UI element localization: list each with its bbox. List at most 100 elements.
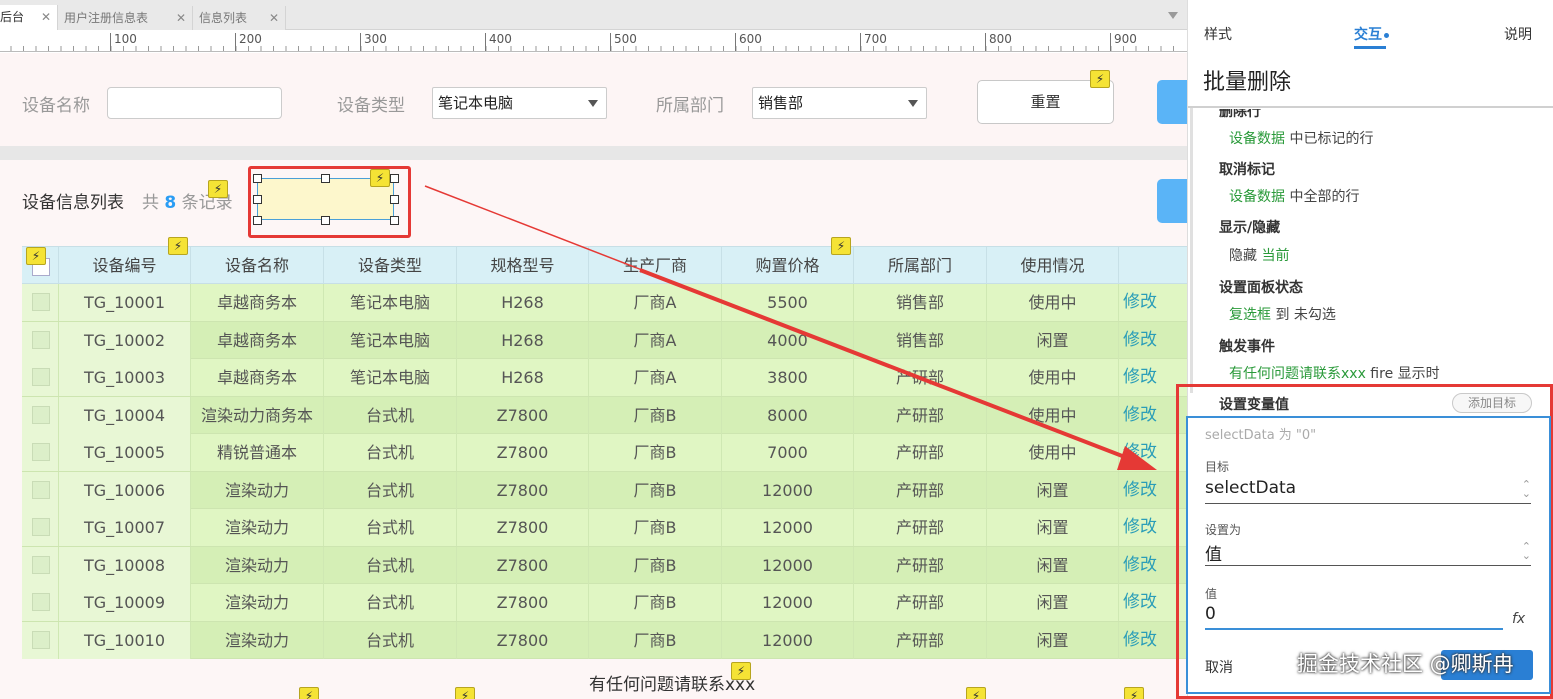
table-row[interactable]: TG_10008 渲染动力 台式机 Z7800 厂商B 12000 产研部 闲置 修改 bbox=[22, 546, 1187, 584]
action-unmark[interactable]: 取消标记 bbox=[1219, 159, 1275, 179]
device-type-select[interactable]: 笔记本电脑 bbox=[432, 87, 607, 119]
row-select-cell[interactable] bbox=[22, 471, 59, 509]
action-text: fire 显示时 bbox=[1365, 366, 1440, 382]
action-fire-event[interactable]: 触发事件 bbox=[1219, 336, 1275, 356]
row-checkbox[interactable] bbox=[32, 480, 50, 499]
row-checkbox[interactable] bbox=[32, 630, 50, 649]
lightning-bolt-icon[interactable]: ⚡ bbox=[208, 180, 228, 198]
panel-scrollbar[interactable] bbox=[1190, 108, 1193, 393]
row-checkbox[interactable] bbox=[32, 593, 50, 611]
add-target-button[interactable]: 添加目标 bbox=[1452, 393, 1532, 413]
table-cell: 销售部 bbox=[854, 321, 987, 359]
tab-overflow-chevron-icon[interactable] bbox=[1168, 12, 1178, 19]
set-to-value: 值 bbox=[1205, 545, 1222, 565]
edit-link[interactable]: 修改 bbox=[1119, 322, 1187, 359]
row-select-cell[interactable] bbox=[22, 546, 59, 584]
row-checkbox[interactable] bbox=[32, 330, 50, 349]
row-select-cell[interactable] bbox=[22, 509, 59, 546]
row-select-cell[interactable] bbox=[22, 321, 59, 359]
target-select[interactable]: selectData ⌃ ⌄ bbox=[1205, 478, 1531, 504]
row-select-cell[interactable] bbox=[22, 396, 59, 434]
action-target[interactable]: 当前 bbox=[1261, 248, 1289, 264]
table-cell: 笔记本电脑 bbox=[324, 284, 457, 321]
value-label: 值 bbox=[1205, 587, 1218, 601]
function-icon[interactable]: fx bbox=[1512, 611, 1525, 627]
table-cell: TG_10010 bbox=[59, 621, 191, 659]
table-row[interactable]: TG_10007 渲染动力 台式机 Z7800 厂商B 12000 产研部 闲置 修改 bbox=[22, 509, 1187, 547]
action-set-panel-state[interactable]: 设置面板状态 bbox=[1219, 277, 1303, 297]
close-icon[interactable]: ✕ bbox=[269, 6, 279, 30]
lightning-bolt-icon[interactable]: ⚡ bbox=[299, 687, 319, 699]
table-row[interactable]: TG_10003 卓越商务本 笔记本电脑 H268 厂商A 3800 产研部 使用中 修改 bbox=[22, 359, 1187, 397]
lightning-bolt-icon[interactable]: ⚡ bbox=[455, 687, 475, 699]
lightning-bolt-icon[interactable]: ⚡ bbox=[966, 687, 986, 699]
row-checkbox[interactable] bbox=[32, 443, 50, 461]
resize-handle[interactable] bbox=[390, 216, 399, 225]
row-checkbox[interactable] bbox=[32, 405, 50, 424]
value-text: 0 bbox=[1205, 604, 1216, 624]
table-cell: Z7800 bbox=[457, 546, 589, 584]
row-checkbox[interactable] bbox=[32, 518, 50, 536]
tab-user-registration[interactable]: 用户注册信息表 ✕ bbox=[58, 6, 193, 30]
value-input[interactable]: 0 bbox=[1205, 604, 1503, 630]
table-row[interactable]: TG_10004 渲染动力商务本 台式机 Z7800 厂商B 8000 产研部 使用中 修改 bbox=[22, 396, 1187, 434]
lightning-bolt-icon[interactable]: ⚡ bbox=[731, 662, 751, 680]
resize-handle[interactable] bbox=[321, 174, 330, 183]
row-checkbox[interactable] bbox=[32, 293, 50, 311]
tab-info-list[interactable]: 信息列表 ✕ bbox=[193, 6, 286, 30]
search-button[interactable] bbox=[1157, 80, 1187, 124]
row-select-cell[interactable] bbox=[22, 359, 59, 396]
close-icon[interactable]: ✕ bbox=[41, 5, 51, 29]
tab-style[interactable]: 样式 bbox=[1204, 24, 1232, 44]
count-number: 8 bbox=[164, 193, 177, 213]
table-cell: 闲置 bbox=[987, 471, 1119, 509]
resize-handle[interactable] bbox=[253, 195, 262, 204]
design-canvas[interactable]: 设备名称 设备类型 笔记本电脑 所属部门 销售部 重置 ⚡ 设备信息列表 共 8… bbox=[0, 53, 1187, 699]
resize-handle[interactable] bbox=[321, 216, 330, 225]
row-select-cell[interactable] bbox=[22, 621, 59, 659]
table-cell: 产研部 bbox=[854, 434, 987, 471]
tab-backend[interactable]: 后台 ✕ bbox=[0, 5, 58, 30]
edit-link[interactable]: 修改 bbox=[1119, 284, 1187, 321]
lightning-bolt-icon[interactable]: ⚡ bbox=[831, 237, 851, 255]
row-select-cell[interactable] bbox=[22, 284, 59, 321]
lightning-bolt-icon[interactable]: ⚡ bbox=[370, 169, 390, 187]
table-row[interactable]: TG_10006 渲染动力 台式机 Z7800 厂商B 12000 产研部 闲置 修改 bbox=[22, 471, 1187, 509]
action-set-variable[interactable]: 设置变量值 bbox=[1219, 394, 1289, 414]
action-target[interactable]: 复选框 bbox=[1229, 307, 1271, 323]
row-checkbox[interactable] bbox=[32, 368, 50, 386]
table-row[interactable]: TG_10005 精锐普通本 台式机 Z7800 厂商B 7000 产研部 使用中 修改 bbox=[22, 434, 1187, 472]
lightning-bolt-icon[interactable]: ⚡ bbox=[1124, 687, 1144, 699]
table-cell: 产研部 bbox=[854, 546, 987, 584]
table-row[interactable]: TG_10001 卓越商务本 笔记本电脑 H268 厂商A 5500 销售部 使用中 修改 bbox=[22, 284, 1187, 322]
lightning-bolt-icon[interactable]: ⚡ bbox=[26, 247, 46, 265]
ruler-mark: 500 bbox=[610, 33, 637, 51]
action-target[interactable]: 有任何问题请联系xxx bbox=[1229, 366, 1366, 382]
tab-interaction[interactable]: 交互 bbox=[1354, 24, 1389, 44]
set-to-select[interactable]: 值 ⌃ ⌄ bbox=[1205, 540, 1531, 566]
cancel-button[interactable]: 取消 bbox=[1205, 657, 1233, 677]
row-select-cell[interactable] bbox=[22, 584, 59, 621]
resize-handle[interactable] bbox=[390, 174, 399, 183]
tab-notes[interactable]: 说明 bbox=[1504, 24, 1532, 44]
watermark-text: 掘金技术社区 @卿斯冉 bbox=[1297, 652, 1514, 676]
action-target[interactable]: 设备数据 bbox=[1229, 131, 1285, 147]
table-row[interactable]: TG_10002 卓越商务本 笔记本电脑 H268 厂商A 4000 销售部 闲置 修改 bbox=[22, 321, 1187, 359]
resize-handle[interactable] bbox=[253, 216, 262, 225]
table-row[interactable]: TG_10009 渲染动力 台式机 Z7800 厂商B 12000 产研部 闲置 修改 bbox=[22, 584, 1187, 622]
row-checkbox[interactable] bbox=[32, 555, 50, 574]
resize-handle[interactable] bbox=[253, 174, 262, 183]
table-row[interactable]: TG_10010 渲染动力 台式机 Z7800 厂商B 12000 产研部 闲置 修改 bbox=[22, 621, 1187, 659]
resize-handle[interactable] bbox=[390, 195, 399, 204]
action-show-hide[interactable]: 显示/隐藏 bbox=[1219, 217, 1280, 237]
action-target[interactable]: 设备数据 bbox=[1229, 189, 1285, 205]
close-icon[interactable]: ✕ bbox=[176, 6, 186, 30]
department-select[interactable]: 销售部 bbox=[752, 87, 927, 119]
table-cell: 5500 bbox=[722, 284, 854, 321]
device-name-input[interactable] bbox=[107, 87, 282, 119]
batch-delete-button[interactable] bbox=[1157, 179, 1187, 223]
lightning-bolt-icon[interactable]: ⚡ bbox=[168, 237, 188, 255]
table-cell: 厂商B bbox=[589, 471, 722, 509]
row-select-cell[interactable] bbox=[22, 434, 59, 471]
lightning-bolt-icon[interactable]: ⚡ bbox=[1090, 70, 1110, 88]
